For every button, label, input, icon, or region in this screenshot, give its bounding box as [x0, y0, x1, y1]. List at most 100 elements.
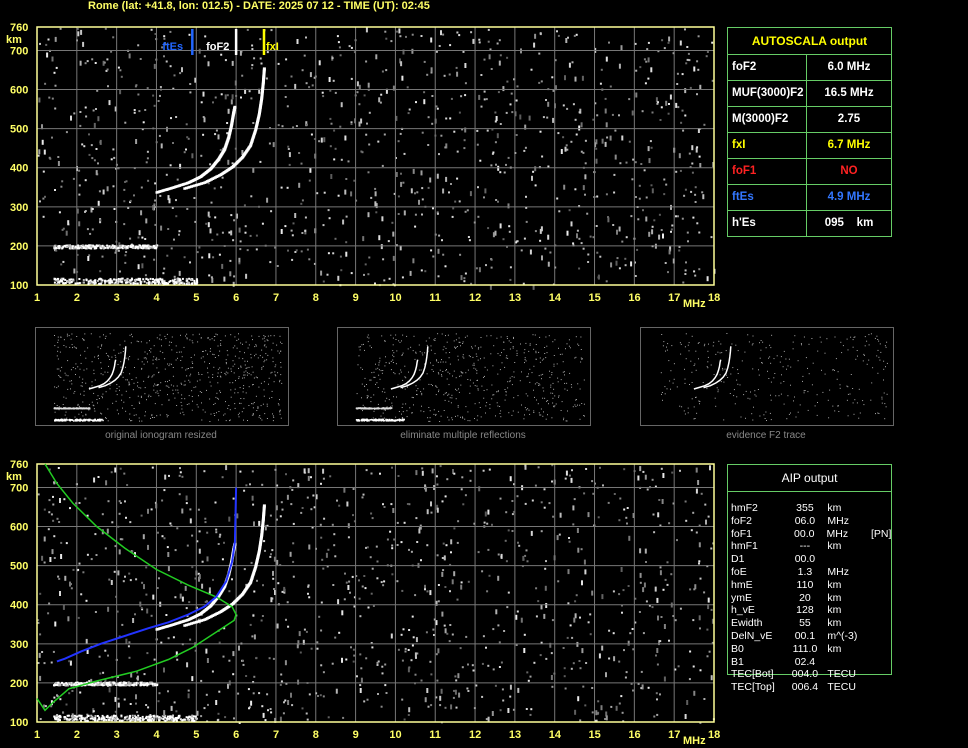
autoscala-key: ftEs: [728, 185, 807, 210]
aip-key: foF1: [731, 527, 753, 540]
x-tick-label: 9: [353, 292, 359, 304]
aip-extra: [872, 630, 891, 643]
x-tick-label: 5: [193, 729, 199, 741]
aip-unit: TECU: [827, 668, 856, 681]
aip-unit: km: [827, 591, 842, 604]
profile-line-green: [36, 463, 237, 712]
aip-value: 006.4: [791, 681, 819, 694]
aip-extra: [872, 681, 891, 694]
thumbnail-caption-evidence: evidence F2 trace: [726, 430, 806, 441]
y-tick-label: 400: [10, 163, 28, 175]
marker-foF2-label: foF2: [206, 41, 229, 53]
autoscala-value: 4.9 MHz: [827, 191, 871, 203]
aip-unit: [827, 656, 872, 669]
aip-extra: [872, 604, 891, 617]
y-tick-label: 600: [10, 85, 28, 97]
autoscala-value: 16.5 MHz: [824, 87, 874, 99]
aip-value: 1.3: [797, 565, 813, 578]
autoscala-key: M(3000)F2: [728, 107, 807, 132]
aip-extra: [872, 643, 891, 656]
aip-value: 128: [796, 604, 814, 617]
autoscala-key: foF1: [728, 159, 807, 184]
f-region-echo: [53, 277, 199, 285]
aip-row: Ewidth 55 km: [728, 617, 891, 630]
es-echo: [53, 244, 159, 250]
autoscala-output-title: AUTOSCALA output: [728, 28, 891, 55]
x-tick-label: 5: [193, 292, 199, 304]
thumb-o-trace: [88, 359, 117, 390]
aip-unit: km: [827, 540, 842, 553]
x-tick-label: 6: [233, 729, 239, 741]
aip-key: foF2: [731, 514, 753, 527]
aip-value: ---: [799, 540, 811, 553]
x-tick-label: 3: [114, 292, 120, 304]
y-tick-label: 200: [10, 241, 28, 253]
es-echo: [53, 681, 159, 687]
x-tick-label: 11: [429, 292, 441, 304]
aip-value: 00.1: [794, 629, 816, 642]
x-tick-label: 12: [469, 729, 481, 741]
aip-value: 02.4: [794, 655, 816, 668]
x-tick-label: 6: [233, 292, 239, 304]
aip-row: hmF1 --- km: [728, 540, 891, 553]
aip-key: foE: [731, 565, 747, 578]
autoscala-value: 095 km: [824, 217, 874, 229]
aip-key: hmF1: [731, 540, 758, 553]
aip-row: hmE 110 km: [728, 579, 891, 592]
aip-extra: [872, 553, 891, 566]
x-tick-label: 2: [74, 292, 80, 304]
aip-unit: MHz: [827, 514, 849, 527]
x-tick-label: 9: [353, 729, 359, 741]
aip-row: hmF2 355 km: [728, 502, 891, 515]
x-tick-label: 15: [589, 729, 601, 741]
x-tick-label: 17: [668, 729, 680, 741]
header-title: Rome (lat: +41.8, lon: 012.5) - DATE: 20…: [88, 0, 430, 12]
aip-output-panel: AIP output hmF2 355 km foF2 06.0 MHz foF1 00.0 M…: [727, 464, 892, 693]
aip-row: foF1 00.0 MHz [PN]: [728, 528, 891, 541]
autoscala-row: MUF(3000)F2 16.5 MHz: [728, 81, 891, 107]
aip-key: TEC[Bot]: [731, 668, 774, 681]
y-tick-label: 100: [10, 717, 28, 729]
x-tick-label: 10: [389, 729, 401, 741]
x-tick-label: 18: [708, 729, 720, 741]
plot-border: [36, 26, 715, 286]
x-tick-label: 12: [469, 292, 481, 304]
thumbnail-evidence-f2: [640, 327, 894, 426]
y-tick-label: 500: [10, 124, 28, 136]
autoscala-row: h'Es 095 km: [728, 211, 891, 236]
aip-unit: km: [827, 642, 842, 655]
aip-value: 55: [799, 617, 811, 630]
aip-value: 004.0: [791, 668, 819, 681]
thumb-o-trace: [693, 359, 722, 390]
aip-extra: [872, 540, 891, 553]
x-tick-label: 3: [114, 729, 120, 741]
aip-extra: [872, 656, 891, 669]
aip-key: hmF2: [731, 502, 758, 514]
thumbnail-original: [35, 327, 289, 426]
y-tick-label: 760: [10, 22, 28, 34]
plot-autoscala: 1 2 3 4 5 6 7 8 9 10 11 12 13 14 15 16 17 181002003004005…: [6, 22, 720, 310]
aip-row: B1 02.4: [728, 656, 891, 669]
autoscala-key: h'Es: [728, 211, 807, 236]
aip-row: DelN_vE 00.1 m^(-3): [728, 630, 891, 643]
aip-key: Ewidth: [731, 617, 763, 630]
noise-speckles: [37, 464, 715, 724]
autoscala-row: ftEs 4.9 MHz: [728, 185, 891, 211]
aip-value: 00.0: [794, 527, 815, 540]
autoscala-value: 6.7 MHz: [827, 139, 871, 151]
y-tick-label: 200: [10, 678, 28, 690]
autoscala-row: fxI 6.7 MHz: [728, 133, 891, 159]
aip-extra: [PN]: [871, 527, 892, 540]
aip-unit: TECU: [827, 681, 856, 694]
marker-fxI-label: fxI: [266, 41, 279, 53]
x-tick-label: 10: [389, 292, 401, 304]
y-tick-label: 700: [10, 482, 28, 494]
aip-unit: MHz: [826, 527, 849, 540]
autoscala-output-panel: AUTOSCALA output foF2 6.0 MHz MUF(3000)F2 1…: [727, 27, 892, 237]
x-tick-label: 13: [509, 729, 521, 741]
aip-key: B0: [731, 642, 744, 655]
aip-row: D1 00.0: [728, 553, 891, 566]
aip-row: B0 111.0 km: [728, 643, 891, 656]
x-tick-label: 16: [628, 292, 640, 304]
x-tick-label: 14: [549, 292, 562, 304]
